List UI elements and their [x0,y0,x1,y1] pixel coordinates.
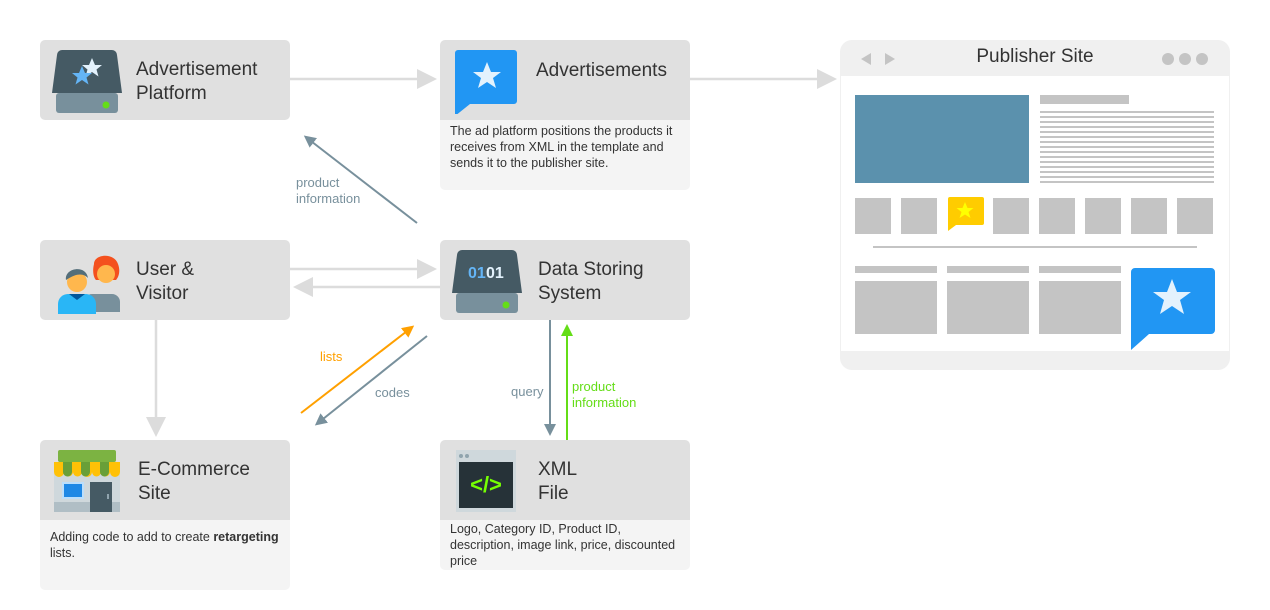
card-image-placeholder [1039,281,1121,334]
node-ecommerce-site[interactable]: E-Commerce Site Adding code to add to cr… [40,440,290,590]
browser-content [841,76,1229,351]
publisher-site-window[interactable]: Publisher Site [840,40,1230,370]
star-chat-bubble-icon [455,50,517,114]
card-title-placeholder [1039,266,1121,273]
node-title: User & Visitor [136,259,195,304]
node-title: E-Commerce Site [138,459,250,504]
text-line-placeholder [1040,121,1214,123]
code-glyph: </> [470,472,502,497]
edge-label-codes: codes [375,385,410,400]
node-title: Data Storing System [538,259,644,304]
card-image-placeholder [947,281,1029,334]
desc-text-end: lists. [50,546,75,560]
node-title: Advertisements [536,60,667,81]
window-dots-icon [1162,53,1208,65]
featured-ad-star-icon [1131,268,1215,350]
node-description: The ad platform positions the products i… [440,120,690,190]
node-title: Advertisement Platform [136,59,258,104]
thumbnail-placeholder [1177,198,1213,234]
storefront-icon [54,450,120,512]
text-line-placeholder [1040,151,1214,153]
text-line-placeholder [1040,126,1214,128]
card-title-placeholder [855,266,937,273]
text-line-placeholder [1040,161,1214,163]
code-window-icon: </> [456,450,516,512]
thumbnail-placeholder [855,198,891,234]
hero-image-placeholder [855,95,1029,183]
text-line-placeholder [1040,131,1214,133]
card-image-placeholder [855,281,937,334]
edge-label-product-information: product information [296,175,361,206]
edge-label-lists: lists [320,349,343,364]
text-line-placeholder [1040,176,1214,178]
edge-label-product-information-green: product information [572,379,637,410]
node-xml-file[interactable]: </> XML File Logo, Category ID, Product … [440,440,690,570]
node-data-storing-system[interactable]: 01 01 Data Storing System [440,240,690,320]
node-advertisement-platform[interactable]: Advertisement Platform [40,40,290,120]
thumbnail-placeholder [993,198,1029,234]
binary-digits-a: 01 [468,265,486,282]
text-line-placeholder [1040,171,1214,173]
node-description: Adding code to add to create retargeting… [40,520,290,590]
text-line-placeholder [1040,111,1214,113]
desc-bold-text: retargeting [213,530,279,544]
thumbnail-placeholder [901,198,937,234]
text-line-placeholder [1040,146,1214,148]
users-icon [58,255,120,314]
node-advertisements[interactable]: Advertisements The ad platform positions… [440,40,690,190]
node-description: Logo, Category ID, Product ID, descripti… [440,520,690,570]
thumbnail-placeholder [1131,198,1167,234]
text-line-placeholder [1040,116,1214,118]
desc-text: Adding code to add to create [50,530,214,544]
edge-label-query: query [511,384,544,399]
text-line-placeholder [1040,141,1214,143]
divider-line [873,246,1197,248]
card-title-placeholder [947,266,1029,273]
node-user-visitor[interactable]: User & Visitor [40,240,290,320]
server-binary-icon: 01 01 [452,250,522,313]
inline-ad-star-icon [948,197,984,231]
text-line-placeholder [1040,166,1214,168]
headline-placeholder [1040,95,1129,104]
thumbnail-placeholder [1039,198,1075,234]
node-title: XML File [538,459,578,504]
text-line-placeholder [1040,156,1214,158]
server-stars-icon [52,50,122,113]
text-line-placeholder [1040,181,1214,183]
binary-digits-b: 01 [486,265,504,282]
text-line-placeholder [1040,136,1214,138]
thumbnail-placeholder [1085,198,1121,234]
